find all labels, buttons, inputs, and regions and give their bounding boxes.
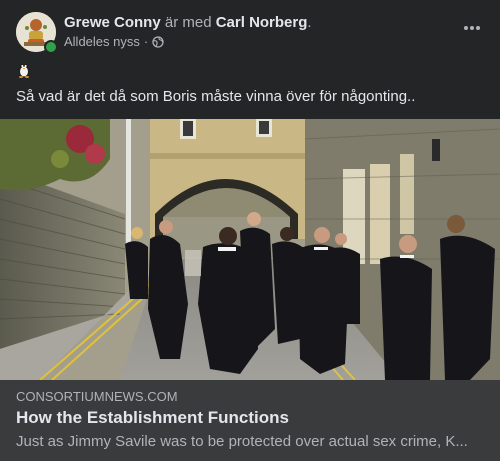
link-preview[interactable]: CONSORTIUMNEWS.COM How the Establishment… [0, 380, 500, 461]
tagged-person[interactable]: Carl Norberg [216, 14, 308, 31]
with-text: är med [164, 14, 212, 31]
meta-separator: · [143, 34, 149, 49]
post-photo[interactable] [0, 119, 500, 380]
post-text: Så vad är det då som Boris måste vinna ö… [16, 88, 416, 105]
post-header: Grewe Conny är med Carl Norberg. Alldele… [16, 12, 484, 56]
timestamp[interactable]: Alldeles nyss [64, 34, 140, 50]
photo-image [0, 119, 500, 380]
period: . [307, 14, 312, 31]
globe-icon [152, 36, 164, 48]
feed-post: Grewe Conny är med Carl Norberg. Alldele… [0, 0, 500, 461]
author-line: Grewe Conny är med Carl Norberg. [64, 13, 312, 33]
link-description: Just as Jimmy Savile was to be protected… [16, 433, 468, 450]
post-meta: Alldeles nyss · [64, 34, 164, 50]
link-title[interactable]: How the Establishment Functions [16, 407, 289, 429]
more-options-button[interactable] [456, 16, 488, 40]
penguin-emoji [18, 63, 30, 78]
online-status-indicator [44, 40, 58, 54]
author-name[interactable]: Grewe Conny [64, 14, 161, 31]
link-domain: CONSORTIUMNEWS.COM [16, 389, 178, 404]
more-horizontal-icon [464, 26, 480, 30]
